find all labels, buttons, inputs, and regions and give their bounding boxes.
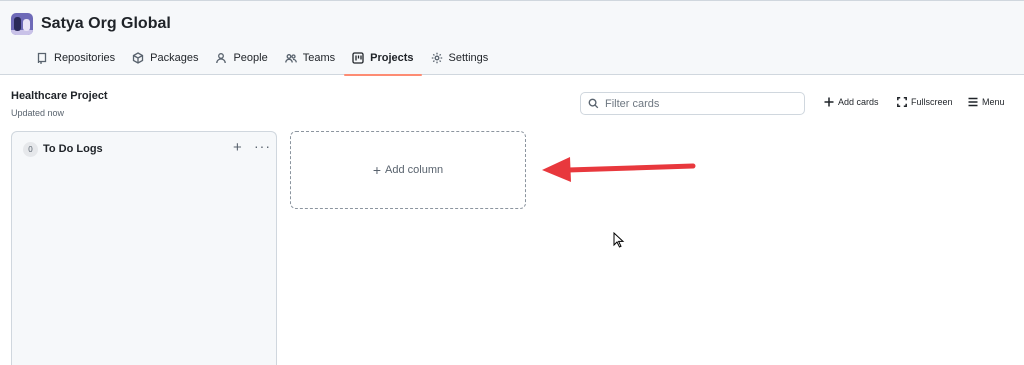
tab-settings[interactable]: Settings xyxy=(431,45,489,71)
fullscreen-label: Fullscreen xyxy=(911,97,953,107)
person-icon xyxy=(216,53,227,64)
tab-projects[interactable]: Projects xyxy=(344,45,423,76)
tab-teams[interactable]: Teams xyxy=(284,45,336,71)
fullscreen-icon xyxy=(897,97,907,107)
fullscreen-button[interactable]: Fullscreen xyxy=(897,97,953,107)
org-nav: Repositories Packages People Teams Proje… xyxy=(36,45,505,76)
org-header: Satya Org Global Repositories Packages P… xyxy=(0,0,1024,76)
add-cards-button[interactable]: Add cards xyxy=(824,97,879,107)
org-title-row: Satya Org Global xyxy=(11,11,171,37)
project-column: 0 To Do Logs + ··· xyxy=(11,131,277,365)
gear-icon xyxy=(431,52,442,64)
add-cards-label: Add cards xyxy=(838,97,879,107)
org-avatar[interactable] xyxy=(11,13,33,35)
column-add-card-icon[interactable]: + xyxy=(233,139,242,157)
project-title: Healthcare Project xyxy=(11,90,108,102)
project-updated-status: Updated now xyxy=(11,108,65,118)
filter-cards-input[interactable] xyxy=(605,97,795,110)
tab-repositories[interactable]: Repositories xyxy=(36,45,115,71)
tab-label: People xyxy=(233,52,268,64)
tab-label: Teams xyxy=(302,52,336,64)
filter-cards-field[interactable] xyxy=(580,92,805,115)
package-icon xyxy=(132,52,144,64)
tab-label: Packages xyxy=(150,52,199,64)
menu-button[interactable]: Menu xyxy=(968,97,1005,107)
plus-icon xyxy=(824,97,834,107)
org-name[interactable]: Satya Org Global xyxy=(41,15,171,33)
add-column-button[interactable]: + Add column xyxy=(290,131,526,209)
column-more-options-icon[interactable]: ··· xyxy=(254,137,271,155)
repo-icon xyxy=(37,52,47,64)
mouse-cursor-icon xyxy=(613,232,625,248)
search-icon xyxy=(588,98,599,109)
add-column-label: Add column xyxy=(385,164,444,176)
tab-label: Settings xyxy=(448,52,489,64)
tab-packages[interactable]: Packages xyxy=(132,45,198,71)
plus-icon: + xyxy=(372,162,382,178)
column-card-count: 0 xyxy=(23,142,38,157)
tab-label: Repositories xyxy=(54,52,116,64)
annotation-arrow xyxy=(542,157,696,182)
tab-people[interactable]: People xyxy=(215,45,268,71)
column-title: To Do Logs xyxy=(43,143,103,155)
project-board-icon xyxy=(352,52,364,64)
tab-label: Projects xyxy=(370,52,414,64)
people-icon xyxy=(284,54,297,63)
menu-label: Menu xyxy=(982,97,1005,107)
hamburger-icon xyxy=(968,97,978,107)
